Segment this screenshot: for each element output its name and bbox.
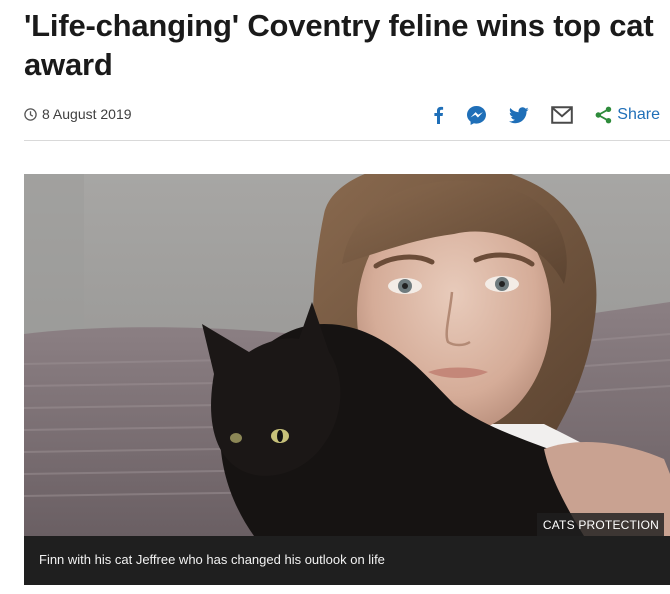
share-label: Share — [617, 106, 660, 123]
image-credit: CATS PROTECTION — [536, 513, 664, 536]
twitter-share-button[interactable] — [509, 100, 529, 130]
image-caption-text: Finn with his cat Jeffree who has change… — [39, 552, 385, 567]
facebook-share-button[interactable] — [432, 100, 444, 130]
share-toolbar: Share — [432, 100, 660, 130]
divider — [24, 140, 670, 141]
facebook-icon — [434, 106, 444, 124]
twitter-icon — [509, 106, 529, 123]
email-icon — [551, 106, 574, 124]
publish-date: 8 August 2019 — [24, 106, 132, 122]
messenger-icon — [467, 105, 487, 125]
image-caption: Finn with his cat Jeffree who has change… — [24, 536, 670, 585]
share-icon — [595, 106, 612, 124]
article-image: CATS PROTECTION — [24, 174, 670, 536]
article-headline: 'Life-changing' Coventry feline wins top… — [24, 8, 654, 82]
article-photo — [24, 174, 670, 536]
article-meta: 8 August 2019 Share — [24, 98, 670, 132]
clock-icon — [24, 107, 37, 121]
share-button[interactable]: Share — [595, 100, 660, 130]
publish-date-text: 8 August 2019 — [42, 106, 132, 122]
messenger-share-button[interactable] — [466, 100, 487, 130]
email-share-button[interactable] — [551, 100, 574, 130]
